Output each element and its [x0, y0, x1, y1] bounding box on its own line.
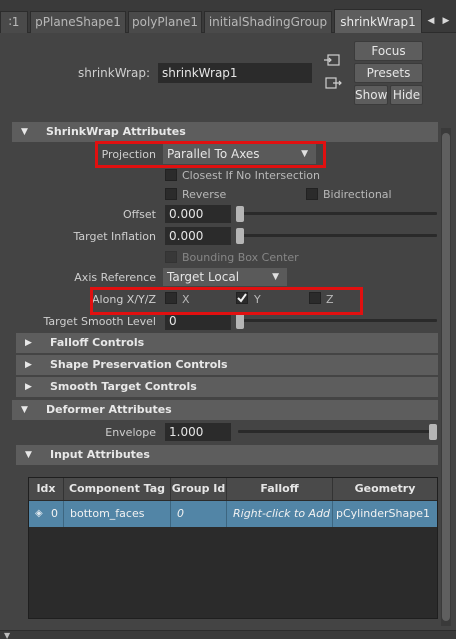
offset-slider-handle[interactable] — [236, 206, 244, 222]
focus-button[interactable]: Focus — [354, 41, 423, 61]
collapsed-arrow-icon: ▶ — [25, 338, 32, 348]
bidirectional-checkbox[interactable] — [306, 188, 318, 200]
column-header-falloff[interactable]: Falloff — [227, 478, 333, 500]
offset-field[interactable]: 0.000 — [165, 205, 231, 223]
chevron-down-icon: ▼ — [272, 272, 279, 282]
target-inflation-label: Target Inflation — [73, 230, 156, 243]
smooth-target-controls-header[interactable]: ▶ Smooth Target Controls — [16, 377, 438, 397]
section-title: Shape Preservation Controls — [50, 358, 228, 371]
along-xyz-highlight — [90, 287, 363, 315]
input-attributes-table: Idx Component Tag Group Id Falloff Geome… — [28, 477, 438, 619]
column-header-group-id[interactable]: Group Id — [171, 478, 227, 500]
target-inflation-slider[interactable] — [238, 234, 437, 237]
tab-previous-node[interactable]: ∶1 — [0, 11, 28, 33]
expanded-arrow-icon: ▼ — [21, 405, 28, 415]
envelope-slider-handle[interactable] — [429, 424, 437, 440]
cell-group-id: 0 — [171, 501, 227, 527]
idx-value: 0 — [51, 507, 58, 520]
bounding-box-center-label: Bounding Box Center — [182, 251, 299, 264]
axis-reference-value: Target Local — [167, 270, 240, 284]
node-name-field[interactable]: shrinkWrap1 — [158, 63, 312, 83]
tag-icon: ◈ — [35, 508, 43, 519]
collapsed-arrow-icon: ▶ — [25, 360, 32, 370]
cell-idx: ◈ 0 — [29, 501, 64, 527]
cell-geometry: pCylinderShape1 — [333, 501, 437, 527]
closest-if-no-intersection-label: Closest If No Intersection — [182, 169, 321, 182]
input-connections-icon[interactable] — [324, 53, 342, 67]
tab-shrinkwrap1[interactable]: shrinkWrap1 — [334, 9, 422, 33]
section-title: Input Attributes — [50, 448, 150, 461]
tab-scroll-left-icon[interactable]: ◀ — [424, 12, 438, 30]
axis-reference-dropdown[interactable]: Target Local ▼ — [163, 268, 287, 286]
bidirectional-label: Bidirectional — [323, 188, 392, 201]
target-inflation-slider-handle[interactable] — [236, 228, 244, 244]
projection-highlight — [95, 141, 326, 168]
presets-button[interactable]: Presets — [354, 63, 423, 83]
bottom-bar — [0, 630, 456, 639]
node-name-label: shrinkWrap: — [78, 66, 150, 80]
bounding-box-center-checkbox[interactable] — [165, 251, 177, 263]
tab-scroll-right-icon[interactable]: ▶ — [439, 12, 453, 30]
tab-polyplane1[interactable]: polyPlane1 — [128, 11, 202, 33]
tab-bar: ∶1 pPlaneShape1 polyPlane1 initialShadin… — [0, 0, 456, 33]
expanded-arrow-icon: ▼ — [21, 127, 28, 137]
tab-pplaneshape1[interactable]: pPlaneShape1 — [30, 11, 126, 33]
target-smooth-level-slider[interactable] — [238, 319, 437, 322]
column-header-geometry[interactable]: Geometry — [333, 478, 437, 500]
vertical-scrollbar-thumb[interactable] — [442, 133, 450, 621]
input-attributes-header[interactable]: ▼ Input Attributes — [16, 445, 438, 465]
section-title: Deformer Attributes — [46, 403, 172, 416]
tab-initialshadinggroup[interactable]: initialShadingGroup — [204, 11, 332, 33]
falloff-controls-header[interactable]: ▶ Falloff Controls — [16, 333, 438, 353]
axis-reference-label: Axis Reference — [74, 271, 156, 284]
reverse-checkbox[interactable] — [165, 188, 177, 200]
section-title: Smooth Target Controls — [50, 380, 197, 393]
reverse-label: Reverse — [182, 188, 227, 201]
column-header-component-tag[interactable]: Component Tag — [64, 478, 171, 500]
target-inflation-field[interactable]: 0.000 — [165, 227, 231, 245]
envelope-field[interactable]: 1.000 — [165, 423, 231, 441]
offset-label: Offset — [122, 208, 156, 221]
closest-if-no-intersection-checkbox[interactable] — [165, 169, 177, 181]
collapsed-arrow-icon: ▶ — [25, 382, 32, 392]
shape-preservation-controls-header[interactable]: ▶ Shape Preservation Controls — [16, 355, 438, 375]
expanded-arrow-icon: ▼ — [25, 450, 32, 460]
offset-slider[interactable] — [238, 212, 437, 215]
column-header-idx[interactable]: Idx — [29, 478, 64, 500]
expand-down-icon[interactable]: ▼ — [4, 631, 10, 639]
deformer-attributes-header[interactable]: ▼ Deformer Attributes — [12, 400, 438, 420]
target-smooth-level-slider-handle[interactable] — [236, 313, 244, 329]
output-connections-icon[interactable] — [324, 76, 342, 90]
show-button[interactable]: Show — [354, 85, 388, 105]
envelope-label: Envelope — [105, 426, 156, 439]
section-title: Falloff Controls — [50, 336, 145, 349]
target-smooth-level-label: Target Smooth Level — [43, 315, 156, 328]
hide-button[interactable]: Hide — [390, 85, 423, 105]
cell-falloff[interactable]: Right-click to Add — [227, 501, 333, 527]
shrinkwrap-attributes-header[interactable]: ▼ ShrinkWrap Attributes — [12, 122, 438, 142]
cell-component-tag: bottom_faces — [64, 501, 171, 527]
section-title: ShrinkWrap Attributes — [46, 125, 186, 138]
envelope-slider[interactable] — [238, 430, 437, 433]
